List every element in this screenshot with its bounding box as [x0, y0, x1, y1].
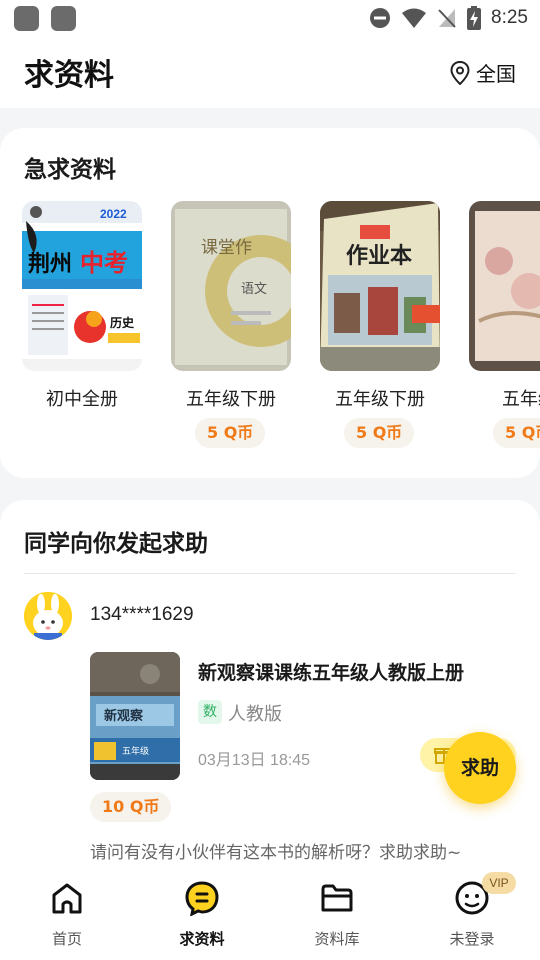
status-bar: 8:25 — [0, 0, 540, 36]
book-card[interactable]: 五年级 5 Q币 — [469, 201, 540, 448]
book-cover-image: 作业本 — [320, 201, 440, 371]
avatar[interactable] — [24, 592, 72, 640]
status-icons: 8:25 — [369, 5, 528, 31]
location-pin-icon — [450, 60, 470, 85]
ask-help-fab[interactable]: 求助 — [444, 732, 516, 804]
book-name: 五年级 — [502, 389, 540, 410]
home-icon — [52, 883, 82, 914]
nav-label: 首页 — [51, 930, 82, 948]
book-card[interactable]: 2022 荆州 中考 历史 初中全册 — [22, 201, 144, 410]
nav-label: 未登录 — [449, 930, 495, 948]
requester-name: 134****1629 — [90, 604, 194, 625]
app-header: 求资料 全国 — [0, 36, 540, 108]
nav-label: 求资料 — [179, 930, 225, 948]
book-cover-image: 2022 荆州 中考 历史 — [22, 201, 142, 371]
do-not-disturb-icon — [370, 8, 391, 28]
book-name: 初中全册 — [46, 389, 118, 410]
nav-item-home[interactable]: 首页 — [17, 880, 117, 949]
folder-icon — [321, 884, 353, 912]
svg-text:课堂作: 课堂作 — [201, 238, 252, 258]
svg-text:新观察: 新观察 — [104, 708, 144, 724]
request-icon — [185, 881, 219, 917]
wifi-icon — [402, 8, 427, 28]
battery-charging-icon — [467, 6, 482, 30]
book-cover-image: 课堂作 语文 — [171, 201, 291, 371]
nav-label: 资料库 — [314, 930, 360, 948]
reward-badge: 5 Q币 — [195, 418, 266, 448]
book-name: 五年级下册 — [335, 389, 425, 410]
reward-badge: 10 Q币 — [90, 792, 172, 822]
app-notification-icon — [51, 6, 76, 31]
section-title: 同学向你发起求助 — [24, 531, 208, 557]
section-title: 急求资料 — [24, 157, 116, 183]
urgent-requests-card: 急求资料 2022 荆州 中考 历史 初中全册 课堂作 语文 五年级下册 5 Q… — [0, 128, 540, 478]
request-book-title[interactable]: 新观察课课练五年级人教版上册 — [198, 658, 464, 685]
book-card[interactable]: 课堂作 语文 五年级下册 5 Q币 — [171, 201, 293, 448]
region-selector[interactable]: 全国 — [450, 58, 516, 87]
svg-text:历史: 历史 — [110, 315, 135, 330]
edition-label: 人教版 — [228, 704, 282, 725]
svg-text:中考: 中考 — [80, 249, 128, 277]
reward-badge: 5 Q币 — [344, 418, 415, 448]
help-requests-card: 同学向你发起求助 134****1629 新观察 五年级 新观察课课练五年级人教… — [0, 500, 540, 880]
vip-badge: VIP — [482, 872, 516, 894]
nav-item-request[interactable]: 求资料 — [152, 880, 252, 949]
request-time: 03月13日 18:45 — [198, 752, 311, 769]
reward-badge: 5 Q币 — [493, 418, 540, 448]
app-notification-icon — [14, 6, 39, 31]
svg-text:荆州: 荆州 — [28, 252, 72, 277]
svg-text:语文: 语文 — [241, 282, 267, 297]
subject-badge: 数 — [198, 700, 222, 724]
page-title: 求资料 — [24, 58, 114, 93]
nav-item-library[interactable]: 资料库 — [287, 880, 387, 949]
book-cover-image — [469, 201, 540, 371]
divider — [24, 573, 516, 574]
svg-text:2022: 2022 — [100, 207, 127, 221]
book-name: 五年级下册 — [186, 389, 276, 410]
bottom-nav: 首页 求资料 资料库 未登录 — [0, 868, 540, 960]
svg-text:五年级: 五年级 — [122, 745, 149, 757]
request-message: 请问有没有小伙伴有这本书的解析呀？求助求助~ — [90, 843, 462, 863]
region-label: 全国 — [476, 62, 516, 86]
request-book-cover[interactable]: 新观察 五年级 — [90, 652, 180, 780]
svg-text:作业本: 作业本 — [346, 243, 412, 269]
book-card[interactable]: 作业本 五年级下册 5 Q币 — [320, 201, 442, 448]
no-signal-icon — [438, 9, 456, 28]
clock: 8:25 — [491, 7, 528, 28]
